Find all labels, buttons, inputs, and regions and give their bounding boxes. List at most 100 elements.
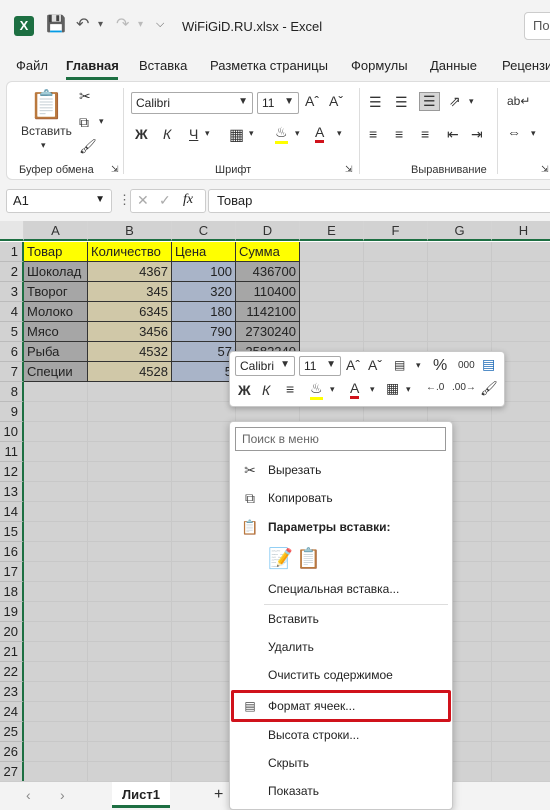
cell-c11[interactable]	[172, 442, 236, 462]
row-header-15[interactable]: 15	[0, 522, 24, 542]
tab-insert[interactable]: Вставка	[139, 58, 187, 73]
cell-a17[interactable]	[24, 562, 88, 582]
cell-b19[interactable]	[88, 602, 172, 622]
align-center-icon[interactable]: ≡	[395, 126, 403, 142]
cell-a15[interactable]	[24, 522, 88, 542]
mini-decrease-font-icon[interactable]: Aˇ	[368, 357, 382, 373]
row-header-2[interactable]: 2	[0, 262, 24, 282]
menu-item-hide[interactable]: Скрыть	[230, 750, 452, 776]
cell-c17[interactable]	[172, 562, 236, 582]
row-header-19[interactable]: 19	[0, 602, 24, 622]
row-header-14[interactable]: 14	[0, 502, 24, 522]
cell-h4[interactable]	[492, 302, 550, 322]
cell-b7[interactable]: 4528	[88, 362, 172, 382]
cell-a12[interactable]	[24, 462, 88, 482]
mini-borders-dropdown-icon[interactable]: ▾	[406, 384, 411, 395]
row-header-9[interactable]: 9	[0, 402, 24, 422]
row-header-12[interactable]: 12	[0, 462, 24, 482]
menu-item-clear-contents[interactable]: Очистить содержимое	[230, 662, 452, 688]
cell-h11[interactable]	[492, 442, 550, 462]
select-all-corner[interactable]	[0, 221, 24, 241]
italic-button[interactable]: К	[163, 126, 171, 142]
cell-h18[interactable]	[492, 582, 550, 602]
wrap-text-icon[interactable]: ab↵	[507, 94, 530, 108]
copy-icon[interactable]: ⧉	[79, 114, 89, 131]
paste-default-option-icon[interactable]: 📋	[296, 546, 321, 571]
mini-borders-icon[interactable]: ▦	[386, 380, 399, 397]
tab-formulas[interactable]: Формулы	[351, 58, 408, 73]
cell-h23[interactable]	[492, 682, 550, 702]
redo-icon[interactable]: ↷	[116, 14, 129, 34]
cell-c16[interactable]	[172, 542, 236, 562]
cell-g4[interactable]	[428, 302, 492, 322]
fill-color-icon[interactable]: ♨	[275, 124, 288, 144]
alignment-launcher-icon[interactable]: ⇲	[541, 164, 549, 175]
copy-dropdown-icon[interactable]: ▾	[99, 116, 104, 127]
cell-h16[interactable]	[492, 542, 550, 562]
cell-c6[interactable]: 57	[172, 342, 236, 362]
cell-b6[interactable]: 4532	[88, 342, 172, 362]
undo-dropdown-icon[interactable]: ▾	[98, 19, 103, 30]
mini-bold-button[interactable]: Ж	[238, 382, 251, 398]
row-header-18[interactable]: 18	[0, 582, 24, 602]
mini-font-select[interactable]: Calibri ▼	[235, 356, 295, 376]
mini-fill-dropdown-icon[interactable]: ▾	[330, 384, 335, 395]
cell-c24[interactable]	[172, 702, 236, 722]
cell-c20[interactable]	[172, 622, 236, 642]
row-header-27[interactable]: 27	[0, 762, 24, 781]
mini-number-format-icon[interactable]: ▤	[394, 358, 405, 372]
column-header-a[interactable]: A	[24, 221, 88, 241]
menu-item-row-height[interactable]: Высота строки...	[230, 722, 452, 748]
cell-d5[interactable]: 2730240	[236, 322, 300, 342]
cell-f2[interactable]	[364, 262, 428, 282]
cell-g5[interactable]	[428, 322, 492, 342]
cell-b15[interactable]	[88, 522, 172, 542]
mini-format-dropdown-icon[interactable]: ▾	[416, 360, 421, 371]
menu-item-insert[interactable]: Вставить	[230, 606, 452, 632]
cell-h14[interactable]	[492, 502, 550, 522]
font-color-dropdown-icon[interactable]: ▾	[337, 128, 342, 139]
format-painter-icon[interactable]: 🖌	[79, 138, 97, 155]
cell-h19[interactable]	[492, 602, 550, 622]
cell-b9[interactable]	[88, 402, 172, 422]
mini-percent-button[interactable]: %	[433, 357, 447, 375]
sheet-tab-list1[interactable]: Лист1	[112, 782, 170, 808]
search-input[interactable]: Пои	[524, 12, 550, 40]
row-header-3[interactable]: 3	[0, 282, 24, 302]
row-header-4[interactable]: 4	[0, 302, 24, 322]
orientation-icon[interactable]: ⇗	[449, 93, 461, 110]
cell-b16[interactable]	[88, 542, 172, 562]
cancel-icon[interactable]: ✕	[137, 192, 149, 209]
row-header-21[interactable]: 21	[0, 642, 24, 662]
cell-a8[interactable]	[24, 382, 88, 402]
cell-a3[interactable]: Творог	[24, 282, 88, 302]
font-launcher-icon[interactable]: ⇲	[345, 164, 353, 175]
cell-c13[interactable]	[172, 482, 236, 502]
menu-item-paste-special[interactable]: Специальная вставка...	[230, 576, 452, 602]
cell-e1[interactable]	[300, 242, 364, 262]
cell-c7[interactable]: 5	[172, 362, 236, 382]
cell-c14[interactable]	[172, 502, 236, 522]
row-header-23[interactable]: 23	[0, 682, 24, 702]
merge-dropdown-icon[interactable]: ▾	[531, 128, 536, 139]
cell-g3[interactable]	[428, 282, 492, 302]
cell-b10[interactable]	[88, 422, 172, 442]
align-top-icon[interactable]: ☰	[369, 94, 382, 111]
row-header-16[interactable]: 16	[0, 542, 24, 562]
paste-icon[interactable]: 📋	[29, 88, 64, 121]
cell-a11[interactable]	[24, 442, 88, 462]
menu-search-input[interactable]: Поиск в меню	[235, 427, 446, 451]
mini-font-color-icon[interactable]: A	[350, 380, 360, 399]
cell-c4[interactable]: 180	[172, 302, 236, 322]
paste-formula-option-icon[interactable]: 📝	[268, 546, 293, 571]
cell-a21[interactable]	[24, 642, 88, 662]
cell-f3[interactable]	[364, 282, 428, 302]
row-header-26[interactable]: 26	[0, 742, 24, 762]
cell-h26[interactable]	[492, 742, 550, 762]
insert-function-button[interactable]: fx	[183, 192, 193, 208]
cell-c2[interactable]: 100	[172, 262, 236, 282]
cell-b21[interactable]	[88, 642, 172, 662]
menu-item-cut[interactable]: ✂ Вырезать	[230, 457, 452, 483]
cell-a26[interactable]	[24, 742, 88, 762]
mini-italic-button[interactable]: К	[262, 382, 270, 398]
